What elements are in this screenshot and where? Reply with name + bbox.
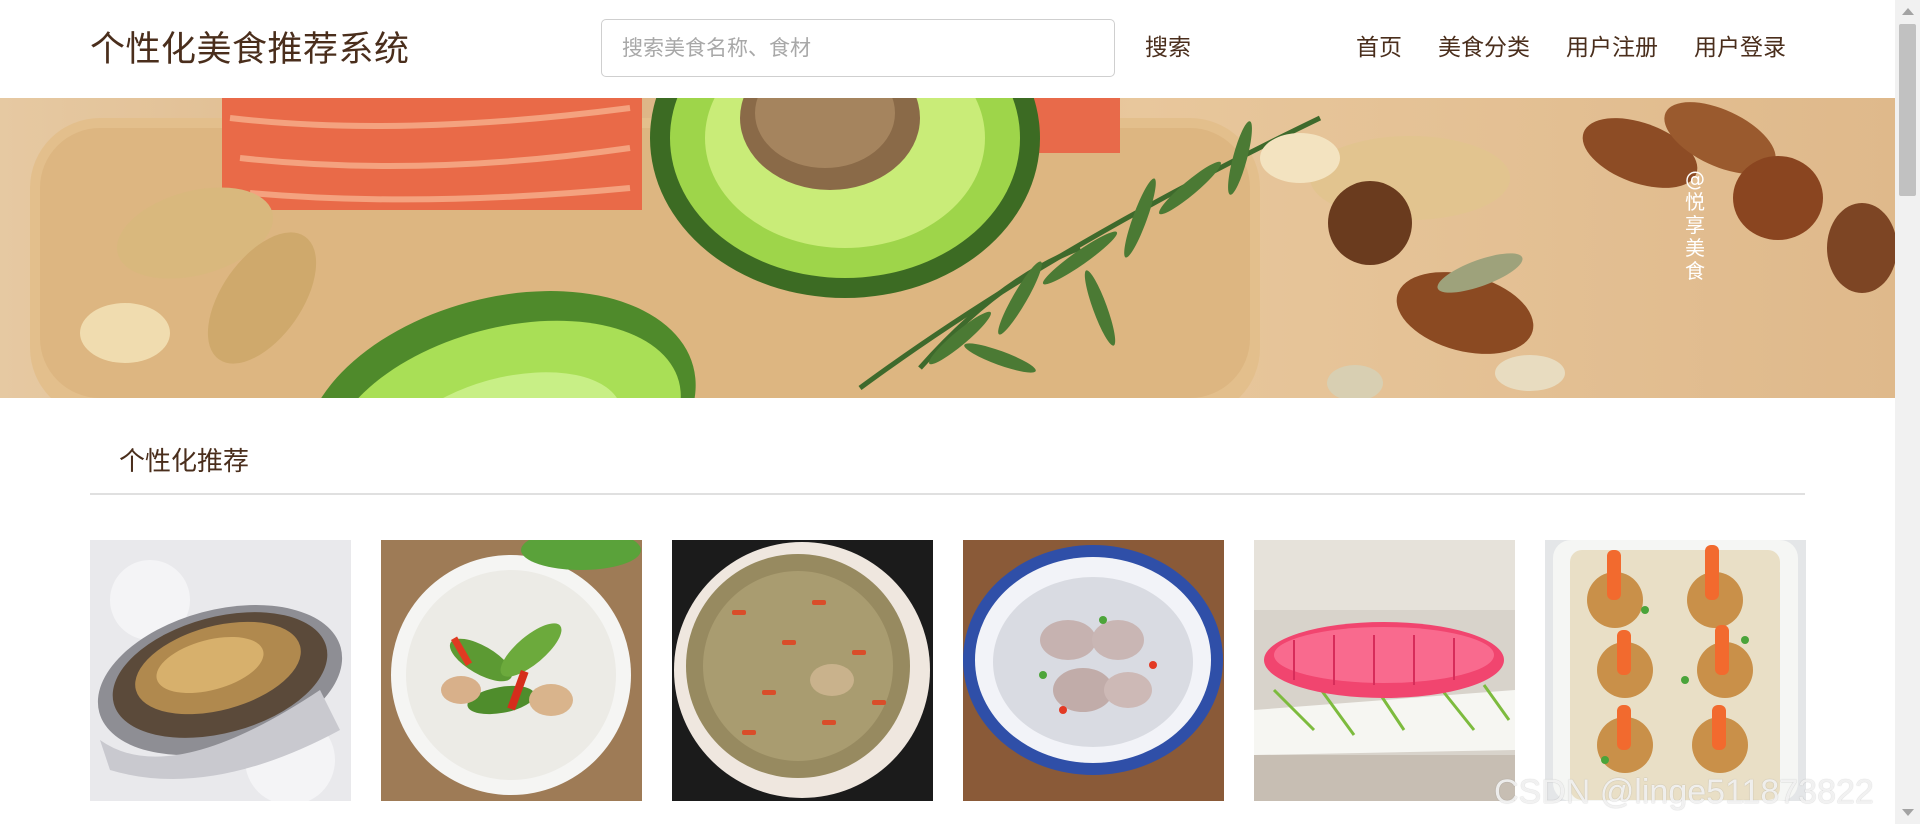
scroll-down-icon[interactable] bbox=[1902, 809, 1914, 816]
dish-card-3[interactable] bbox=[672, 540, 933, 801]
watermark-char: 食 bbox=[1685, 259, 1705, 283]
dish-card-2[interactable] bbox=[381, 540, 642, 801]
watermark-char: 美 bbox=[1685, 236, 1705, 260]
hero-banner: @ 悦 享 美 食 bbox=[0, 98, 1895, 398]
nav-food-categories[interactable]: 美食分类 bbox=[1438, 33, 1530, 63]
csdn-watermark: CSDN @linge511873822 bbox=[1494, 773, 1874, 811]
search-box bbox=[601, 19, 1115, 77]
watermark-char: 享 bbox=[1685, 213, 1705, 237]
scroll-up-icon[interactable] bbox=[1902, 8, 1914, 15]
nav-home[interactable]: 首页 bbox=[1356, 33, 1402, 63]
page-scrollbar[interactable] bbox=[1895, 0, 1920, 824]
search-button[interactable]: 搜索 bbox=[1145, 33, 1191, 63]
bitter-melon-pork-image[interactable] bbox=[381, 540, 642, 801]
scroll-thumb[interactable] bbox=[1899, 24, 1916, 196]
banner-watermark: @ 悦 享 美 食 bbox=[1683, 168, 1707, 283]
nav-register[interactable]: 用户注册 bbox=[1566, 33, 1658, 63]
pink-corn-dish-image[interactable] bbox=[1254, 540, 1515, 801]
site-title[interactable]: 个性化美食推荐系统 bbox=[90, 28, 410, 72]
nav-login[interactable]: 用户登录 bbox=[1694, 33, 1786, 63]
garlic-shrimp-vermicelli-image[interactable] bbox=[1545, 540, 1806, 801]
section-divider bbox=[90, 493, 1805, 495]
banner-food-illustration bbox=[30, 98, 1895, 398]
main-nav: 首页 美食分类 用户注册 用户登录 bbox=[1356, 33, 1822, 63]
search-input[interactable] bbox=[602, 20, 1114, 76]
watermark-char: @ bbox=[1685, 167, 1705, 191]
top-navbar: 个性化美食推荐系统 搜索 首页 美食分类 用户注册 用户登录 bbox=[0, 0, 1895, 98]
baked-oyster-image[interactable] bbox=[90, 540, 351, 801]
pork-trotter-soup-image[interactable] bbox=[963, 540, 1224, 801]
dish-card-6[interactable] bbox=[1545, 540, 1806, 801]
goji-soup-image[interactable] bbox=[672, 540, 933, 801]
dish-card-4[interactable] bbox=[963, 540, 1224, 801]
recommendation-grid bbox=[90, 540, 1806, 801]
dish-card-1[interactable] bbox=[90, 540, 351, 801]
dish-card-5[interactable] bbox=[1254, 540, 1515, 801]
watermark-char: 悦 bbox=[1685, 190, 1705, 214]
section-title: 个性化推荐 bbox=[119, 447, 250, 477]
